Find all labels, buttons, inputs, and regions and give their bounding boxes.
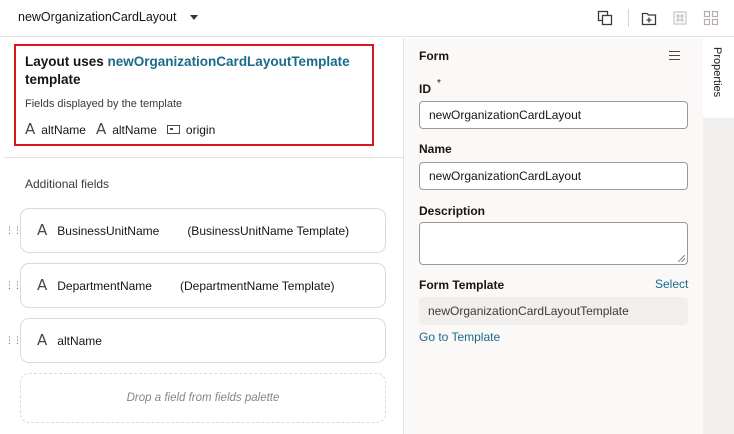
grid-disabled-icon[interactable]	[672, 10, 688, 26]
object-field-icon	[166, 125, 180, 134]
field-row-departmentname[interactable]: A DepartmentName (DepartmentName Templat…	[20, 263, 386, 308]
layout-name: newOrganizationCardLayout	[18, 10, 177, 24]
tab-properties[interactable]: Properties	[703, 38, 734, 118]
template-heading-prefix: Layout uses	[25, 54, 104, 69]
template-heading-suffix: template	[25, 72, 81, 87]
go-to-template-link[interactable]: Go to Template	[419, 330, 500, 344]
id-field[interactable]: newOrganizationCardLayout	[419, 101, 688, 129]
description-label: Description	[419, 204, 486, 218]
name-label: Name	[419, 142, 452, 156]
select-template-link[interactable]: Select	[655, 277, 688, 291]
side-tab-strip: Properties	[703, 38, 734, 434]
properties-panel: Form ID * newOrganizationCardLayout Name…	[403, 38, 703, 434]
template-fields-caption: Fields displayed by the template	[25, 98, 183, 110]
tab-properties-label: Properties	[711, 47, 723, 98]
template-heading: Layout uses newOrganizationCardLayoutTem…	[25, 53, 365, 89]
template-field-label: origin	[185, 122, 216, 137]
field-row-name: altName	[57, 333, 102, 348]
description-field[interactable]	[419, 222, 688, 265]
grid-layout-icon[interactable]	[703, 10, 719, 26]
properties-section-title: Form	[419, 49, 449, 63]
drag-handle-icon[interactable]: ⋮⋮	[5, 226, 22, 235]
field-drop-zone[interactable]: Drop a field from fields palette	[20, 373, 386, 423]
text-field-icon: A	[95, 120, 107, 138]
add-layout-icon[interactable]	[641, 10, 657, 26]
text-field-icon: A	[37, 221, 48, 239]
toolbar-divider	[628, 9, 629, 27]
chevron-down-icon	[190, 14, 199, 20]
required-indicator: *	[437, 78, 441, 89]
top-toolbar: newOrganizationCardLayout	[0, 0, 734, 37]
form-template-label: Form Template	[419, 278, 505, 292]
template-field-chip: A altName	[25, 122, 86, 137]
field-row-template: (DepartmentName Template)	[179, 278, 335, 293]
template-link[interactable]: newOrganizationCardLayoutTemplate	[108, 54, 350, 69]
drag-handle-icon[interactable]: ⋮⋮	[5, 281, 22, 290]
layout-selector[interactable]: newOrganizationCardLayout	[18, 10, 199, 24]
id-label: ID	[419, 82, 431, 96]
additional-fields-heading: Additional fields	[25, 177, 110, 191]
layout-canvas: Layout uses newOrganizationCardLayoutTem…	[0, 38, 403, 434]
section-divider	[4, 157, 403, 158]
template-field-label: altName	[41, 122, 86, 137]
text-field-icon: A	[37, 331, 48, 349]
template-field-chip: origin	[166, 122, 216, 137]
template-info-panel: Layout uses newOrganizationCardLayoutTem…	[14, 44, 374, 146]
template-fields-list: A altName A altName origin	[25, 122, 215, 137]
field-row-template: (BusinessUnitName Template)	[187, 223, 350, 238]
drag-handle-icon[interactable]: ⋮⋮	[5, 336, 22, 345]
field-row-name: DepartmentName	[57, 278, 152, 293]
text-field-icon: A	[37, 276, 48, 294]
field-row-businessunitname[interactable]: A BusinessUnitName (BusinessUnitName Tem…	[20, 208, 386, 253]
duplicate-icon[interactable]	[597, 10, 613, 26]
name-field[interactable]: newOrganizationCardLayout	[419, 162, 688, 190]
hamburger-menu-icon[interactable]	[669, 51, 680, 60]
field-row-name: BusinessUnitName	[57, 223, 160, 238]
template-field-chip: A altName	[96, 122, 157, 137]
field-row-altname[interactable]: A altName	[20, 318, 386, 363]
resize-handle-icon[interactable]	[678, 255, 685, 262]
text-field-icon: A	[25, 120, 36, 138]
template-field-label: altName	[112, 122, 157, 137]
form-template-field: newOrganizationCardLayoutTemplate	[419, 297, 688, 325]
